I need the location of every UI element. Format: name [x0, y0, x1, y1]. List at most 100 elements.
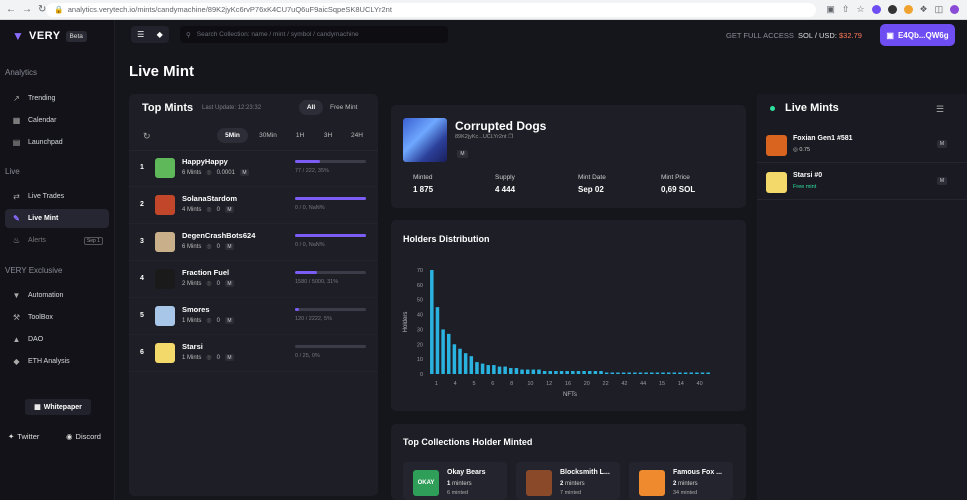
top-mint-row[interactable]: 5 Smores 1 Mints ◎ 0 M 120 / 2222, 5%	[129, 299, 378, 335]
top-mint-row[interactable]: 2 SolanaStardom 4 Mints ◎ 0 M 0 / 0, NaN%	[129, 188, 378, 224]
chart-bar	[672, 372, 677, 374]
solana-icon[interactable]: ☰	[137, 30, 144, 39]
progress-bar	[295, 308, 366, 311]
collection-name: Starsi	[182, 342, 203, 351]
top-collection-card[interactable]: Famous Fox ... 2 minters 34 minted	[629, 462, 733, 500]
chart-bar	[582, 371, 586, 374]
sidebar-item-toolbox[interactable]: ⚒ ToolBox	[5, 308, 109, 327]
timeframe-30min[interactable]: 30Min	[253, 128, 283, 143]
marketplace-icon[interactable]: M	[224, 317, 234, 324]
mint-price: 0	[216, 280, 220, 287]
chain-switcher[interactable]: ☰ ◆	[131, 26, 169, 43]
wallet-button[interactable]: ▣ E4Qb...QW6g	[880, 24, 955, 46]
timeframe-1h[interactable]: 1H	[289, 128, 311, 143]
stat-mint-price: Mint Price 0,69 SOL	[661, 174, 695, 194]
filter-icon[interactable]: ☰	[936, 104, 944, 115]
top-collection-card[interactable]: Blocksmith L... 2 minters 7 minted	[516, 462, 620, 500]
translate-icon[interactable]: ▣	[826, 4, 835, 15]
reload-icon[interactable]: ↻	[38, 4, 46, 15]
address-bar[interactable]: 🔒 analytics.verytech.io/mints/candymachi…	[46, 2, 817, 17]
sidebar-item-trending[interactable]: ↗ Trending	[5, 89, 109, 108]
top-mint-row[interactable]: 3 DegenCrashBots624 6 Mints ◎ 0 M 0 / 0, NaN%	[129, 225, 378, 261]
copy-icon[interactable]: ❐	[508, 134, 513, 140]
timeframe-5min[interactable]: 5Min	[217, 128, 248, 143]
x-tick-label: 12	[546, 381, 552, 387]
live-trades-icon: ⇄	[13, 192, 20, 201]
extension-icon[interactable]	[871, 5, 881, 14]
live-mint-icon: ✎	[13, 214, 20, 223]
y-axis-label: Holders	[403, 312, 409, 333]
marketplace-icon[interactable]: M	[224, 206, 234, 213]
mint-stats: 6 Mints ◎ 0 M	[182, 243, 234, 250]
top-mint-row[interactable]: 6 Starsi 1 Mints ◎ 0 M 0 / 25, 0%	[129, 336, 378, 372]
star-icon[interactable]: ☆	[856, 4, 864, 15]
ethereum-icon[interactable]: ◆	[157, 30, 163, 39]
stat-label: Minted	[413, 174, 433, 181]
sol-usd-price: SOL / USD: $32.79	[798, 31, 862, 40]
sidebar-item-alerts[interactable]: ♨ Alerts Sep 1	[5, 231, 109, 250]
sidebar-item-label: Launchpad	[28, 139, 63, 146]
sidebar-item-dao[interactable]: ▲ DAO	[5, 330, 109, 349]
chart-bar	[542, 371, 547, 374]
top-mint-row[interactable]: 1 HappyHappy 6 Mints ◎ 0.0001 M 77 / 222, 35%	[129, 151, 378, 187]
live-mints-title: Live Mints	[785, 102, 839, 114]
get-full-access-link[interactable]: GET FULL ACCESS	[726, 31, 794, 40]
puzzle-icon[interactable]: ❖	[920, 4, 928, 15]
chart-bar	[627, 372, 631, 374]
collection-title: Corrupted Dogs	[455, 119, 547, 133]
forward-icon[interactable]: →	[22, 4, 32, 15]
discord-link[interactable]: ◉ Discord	[66, 432, 101, 441]
calendar-icon: ▦	[12, 116, 21, 125]
top-collections-title: Top Collections Holder Minted	[403, 437, 533, 447]
timeframe-24h[interactable]: 24H	[345, 128, 369, 143]
app-logo[interactable]: ▼ VERY Beta	[12, 30, 87, 42]
search-input[interactable]: ⚲ Search Collection: name / mint / symbo…	[180, 26, 448, 43]
sidebar-item-live-trades[interactable]: ⇄ Live Trades	[5, 187, 109, 206]
twitter-link[interactable]: ✦ Twitter	[8, 432, 39, 441]
sidebar-item-launchpad[interactable]: ▤ Launchpad	[5, 133, 109, 152]
search-icon: ⚲	[186, 31, 191, 39]
stat-label: Mint Price	[661, 174, 690, 181]
top-mint-row[interactable]: 4 Fraction Fuel 2 Mints ◎ 0 M 1580 / 5000, 31%	[129, 262, 378, 298]
holders-distribution-panel: Holders Distribution 0 10 20 30 40 50 60 70 1 4 5 6…	[391, 220, 746, 411]
chart-bar	[576, 371, 581, 374]
chart-bar	[650, 372, 654, 374]
mint-price: 0	[216, 354, 220, 361]
profile-avatar[interactable]	[950, 5, 960, 14]
sidebar-item-eth-analysis[interactable]: ◆ ETH Analysis	[5, 352, 109, 371]
x-tick-label: 44	[640, 381, 646, 387]
extension-icon[interactable]	[887, 5, 897, 14]
marketplace-icon[interactable]: M	[457, 150, 468, 158]
back-icon[interactable]: ←	[6, 4, 16, 15]
marketplace-icon[interactable]: M	[239, 169, 249, 176]
marketplace-icon[interactable]: M	[937, 177, 947, 185]
mint-count: 6 Mints	[182, 169, 202, 176]
sidebar-item-calendar[interactable]: ▦ Calendar	[5, 111, 109, 130]
refresh-icon[interactable]: ↻	[143, 131, 151, 142]
rank-number: 6	[140, 349, 144, 356]
progress-text: 0 / 0, NaN%	[295, 242, 325, 248]
whitepaper-button[interactable]: ▦ Whitepaper	[25, 399, 91, 415]
sidepanel-icon[interactable]: ◫	[935, 4, 944, 15]
url-text: analytics.verytech.io/mints/candymachine…	[67, 5, 392, 14]
sidebar-item-label: DAO	[28, 336, 44, 343]
top-collection-card[interactable]: OKAY Okay Bears 1 minters 6 minted	[403, 462, 507, 500]
extension-icon[interactable]	[903, 5, 913, 14]
filter-free-mint[interactable]: Free Mint	[330, 104, 357, 111]
share-icon[interactable]: ⇧	[842, 4, 850, 15]
sidebar-item-live-mint[interactable]: ✎ Live Mint	[5, 209, 109, 228]
chart-bar	[604, 372, 609, 374]
live-mint-item[interactable]: Starsi #0 Free mint M	[757, 165, 967, 200]
live-mint-item[interactable]: Foxian Gen1 #581 ◎ 0.75 M	[757, 128, 967, 163]
marketplace-icon[interactable]: M	[937, 140, 947, 148]
marketplace-icon[interactable]: M	[224, 280, 234, 287]
sidebar-item-label: Live Mint	[28, 215, 59, 222]
marketplace-icon[interactable]: M	[224, 354, 234, 361]
marketplace-icon[interactable]: M	[224, 243, 234, 250]
collection-address[interactable]: 89K2jyKc...UCLYr2nt ❐	[455, 134, 513, 140]
sidebar-item-automation[interactable]: ▼ Automation	[5, 286, 109, 305]
filter-all[interactable]: All	[299, 100, 323, 115]
timeframe-3h[interactable]: 3H	[317, 128, 339, 143]
rank-number: 1	[140, 164, 144, 171]
rank-number: 5	[140, 312, 144, 319]
